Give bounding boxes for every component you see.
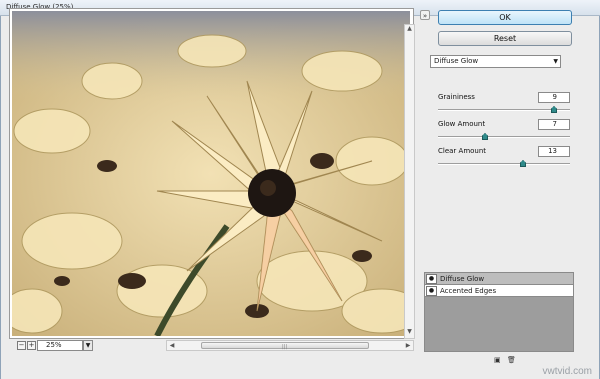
preview-image[interactable]: [12, 11, 410, 336]
double-chevron-icon: »: [422, 12, 428, 20]
watermark: vwtvid.com: [542, 366, 592, 377]
preview-toolbar: − + 25% ▼ ◀ ||| ▶: [9, 339, 414, 353]
filter-select-value: Diffuse Glow: [434, 57, 479, 65]
preview-frame: [9, 8, 414, 339]
effect-layers-list: ● Diffuse Glow ● Accented Edges: [424, 272, 574, 352]
clear-amount-slider-knob[interactable]: [520, 160, 526, 167]
zoom-out-button[interactable]: −: [17, 341, 26, 350]
clear-amount-input[interactable]: 13: [538, 146, 570, 157]
zoom-dropdown-button[interactable]: ▼: [83, 340, 93, 351]
graininess-slider-knob[interactable]: [551, 106, 557, 113]
filter-select[interactable]: Diffuse Glow ▼: [430, 55, 561, 68]
param-graininess: Graininess 9: [438, 92, 570, 118]
chevron-down-icon: ▼: [553, 58, 558, 65]
clear-amount-slider-track[interactable]: [438, 163, 570, 165]
eye-icon[interactable]: ●: [426, 274, 437, 284]
ok-button[interactable]: OK: [438, 10, 572, 25]
layer-tools: ▣ 🗑: [494, 356, 524, 366]
zoom-level-field[interactable]: 25%: [37, 340, 83, 351]
glow-amount-input[interactable]: 7: [538, 119, 570, 130]
param-label: Glow Amount: [438, 120, 486, 128]
scroll-up-icon[interactable]: ▲: [405, 25, 414, 35]
preview-horizontal-scrollbar[interactable]: ◀ ||| ▶: [166, 340, 414, 351]
collapse-panel-button[interactable]: »: [420, 10, 430, 20]
scroll-down-icon[interactable]: ▼: [405, 328, 414, 338]
minus-icon: −: [18, 341, 25, 349]
scroll-left-icon[interactable]: ◀: [167, 341, 177, 350]
param-label: Clear Amount: [438, 147, 487, 155]
scroll-right-icon[interactable]: ▶: [403, 341, 413, 350]
plus-icon: +: [28, 341, 35, 349]
layer-name: Accented Edges: [440, 287, 497, 295]
graininess-input[interactable]: 9: [538, 92, 570, 103]
layer-name: Diffuse Glow: [440, 275, 485, 283]
param-clear-amount: Clear Amount 13: [438, 146, 570, 172]
eye-icon[interactable]: ●: [426, 286, 437, 296]
layer-row[interactable]: ● Diffuse Glow: [425, 273, 573, 285]
glow-amount-slider-knob[interactable]: [482, 133, 488, 140]
trash-icon[interactable]: 🗑: [507, 356, 516, 364]
preview-vertical-scrollbar[interactable]: ▲ ▼: [404, 24, 415, 339]
scroll-thumb[interactable]: |||: [201, 342, 369, 350]
chevron-down-icon: ▼: [85, 342, 91, 349]
grip-icon: |||: [282, 344, 288, 350]
reset-button[interactable]: Reset: [438, 31, 572, 46]
zoom-in-button[interactable]: +: [27, 341, 36, 350]
graininess-slider-track[interactable]: [438, 109, 570, 111]
param-label: Graininess: [438, 93, 475, 101]
new-layer-icon[interactable]: ▣: [494, 356, 501, 364]
flower-image: [12, 11, 410, 336]
glow-amount-slider-track[interactable]: [438, 136, 570, 138]
layer-row[interactable]: ● Accented Edges: [425, 285, 573, 297]
param-glow-amount: Glow Amount 7: [438, 119, 570, 145]
